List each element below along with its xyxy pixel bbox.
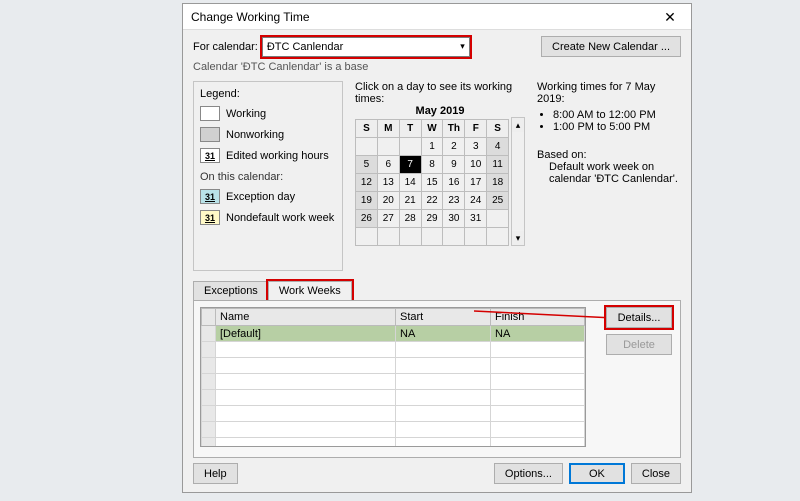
calendar-day[interactable]: 12: [356, 174, 378, 192]
scroll-up-icon[interactable]: ▴: [512, 118, 524, 132]
calendar-day: [487, 210, 509, 228]
calendar-day[interactable]: 13: [377, 174, 399, 192]
working-swatch-icon: [200, 106, 220, 121]
calendar-day[interactable]: 20: [377, 192, 399, 210]
dialog-footer: Help Options... OK Close: [193, 463, 681, 484]
details-button[interactable]: Details...: [606, 307, 672, 328]
calendar-day[interactable]: 30: [443, 210, 465, 228]
calendar-day[interactable]: 31: [465, 210, 487, 228]
calendar-day: [465, 228, 487, 246]
scroll-down-icon[interactable]: ▾: [512, 231, 524, 245]
calendar-day: [399, 228, 421, 246]
table-row[interactable]: [202, 438, 585, 448]
calendar-day[interactable]: 19: [356, 192, 378, 210]
close-icon[interactable]: ✕: [653, 7, 687, 27]
calendar-day[interactable]: 7: [399, 156, 421, 174]
legend-title: Legend:: [200, 88, 336, 100]
calendar-day[interactable]: 23: [443, 192, 465, 210]
for-calendar-label: For calendar:: [193, 41, 258, 53]
table-row[interactable]: [202, 374, 585, 390]
calendar-base-description: Calendar 'ĐTC Canlendar' is a base: [193, 61, 681, 73]
working-time-item: 1:00 PM to 5:00 PM: [553, 121, 681, 133]
edited-swatch-icon: 31: [200, 148, 220, 163]
close-button[interactable]: Close: [631, 463, 681, 484]
options-button[interactable]: Options...: [494, 463, 563, 484]
create-new-calendar-button[interactable]: Create New Calendar ...: [541, 36, 681, 57]
change-working-time-dialog: Change Working Time ✕ For calendar: ĐTC …: [182, 3, 692, 493]
working-times-panel: Working times for 7 May 2019: 8:00 AM to…: [537, 81, 681, 271]
title-bar: Change Working Time ✕: [183, 4, 691, 30]
work-weeks-grid[interactable]: Name Start Finish [Default]NANA: [200, 307, 586, 447]
calendar-day: [487, 228, 509, 246]
calendar-day[interactable]: 15: [421, 174, 443, 192]
calendar-day: [377, 228, 399, 246]
tab-exceptions[interactable]: Exceptions: [193, 281, 269, 300]
calendar-day[interactable]: 14: [399, 174, 421, 192]
calendar-day[interactable]: 11: [487, 156, 509, 174]
calendar-day[interactable]: 2: [443, 138, 465, 156]
col-name[interactable]: Name: [216, 309, 396, 326]
calendar-day[interactable]: 8: [421, 156, 443, 174]
calendar-day[interactable]: 25: [487, 192, 509, 210]
calendar-prompt: Click on a day to see its working times:: [355, 81, 525, 105]
based-on-label: Based on:: [537, 149, 681, 161]
calendar-day[interactable]: 27: [377, 210, 399, 228]
calendar-day[interactable]: 6: [377, 156, 399, 174]
col-finish[interactable]: Finish: [491, 309, 585, 326]
chevron-down-icon: ▾: [460, 41, 465, 52]
calendar-select-value: ĐTC Canlendar: [267, 41, 343, 53]
calendar-day[interactable]: 22: [421, 192, 443, 210]
table-row[interactable]: [202, 422, 585, 438]
nondefault-swatch-icon: 31: [200, 210, 220, 225]
ok-button[interactable]: OK: [569, 463, 625, 484]
calendar-day: [421, 228, 443, 246]
calendar-day[interactable]: 24: [465, 192, 487, 210]
calendar-day: [399, 138, 421, 156]
working-time-item: 8:00 AM to 12:00 PM: [553, 109, 681, 121]
calendar-day[interactable]: 21: [399, 192, 421, 210]
table-row[interactable]: [Default]NANA: [202, 326, 585, 342]
calendar-day[interactable]: 9: [443, 156, 465, 174]
working-times-header: Working times for 7 May 2019:: [537, 81, 681, 105]
calendar-day: [443, 228, 465, 246]
calendar-day[interactable]: 3: [465, 138, 487, 156]
calendar-day[interactable]: 28: [399, 210, 421, 228]
calendar-day[interactable]: 26: [356, 210, 378, 228]
dialog-title: Change Working Time: [191, 10, 310, 24]
table-row[interactable]: [202, 342, 585, 358]
calendar-day: [356, 138, 378, 156]
table-row[interactable]: [202, 358, 585, 374]
calendar-scrollbar[interactable]: ▴ ▾: [511, 117, 525, 246]
table-row[interactable]: [202, 390, 585, 406]
calendar-day: [356, 228, 378, 246]
calendar-day: [377, 138, 399, 156]
mini-calendar[interactable]: SMTWThFS 1234567891011121314151617181920…: [355, 119, 509, 246]
calendar-day[interactable]: 1: [421, 138, 443, 156]
based-on-text: Default work week on calendar 'ĐTC Canle…: [549, 161, 681, 185]
calendar-day[interactable]: 5: [356, 156, 378, 174]
calendar-column: Click on a day to see its working times:…: [355, 81, 525, 271]
help-button[interactable]: Help: [193, 463, 238, 484]
calendar-month: May 2019: [416, 105, 465, 117]
nonworking-swatch-icon: [200, 127, 220, 142]
calendar-day[interactable]: 29: [421, 210, 443, 228]
calendar-day[interactable]: 17: [465, 174, 487, 192]
exception-swatch-icon: 31: [200, 189, 220, 204]
delete-button: Delete: [606, 334, 672, 355]
tab-work-weeks[interactable]: Work Weeks: [268, 281, 352, 300]
calendar-day[interactable]: 16: [443, 174, 465, 192]
table-row[interactable]: [202, 406, 585, 422]
tabs-section: Exceptions Work Weeks Name Start Finish: [193, 281, 681, 461]
col-start[interactable]: Start: [396, 309, 491, 326]
calendar-select[interactable]: ĐTC Canlendar ▾: [262, 37, 470, 57]
calendar-day[interactable]: 10: [465, 156, 487, 174]
calendar-day[interactable]: 4: [487, 138, 509, 156]
calendar-day[interactable]: 18: [487, 174, 509, 192]
legend-box: Legend: Working Nonworking 31Edited work…: [193, 81, 343, 271]
